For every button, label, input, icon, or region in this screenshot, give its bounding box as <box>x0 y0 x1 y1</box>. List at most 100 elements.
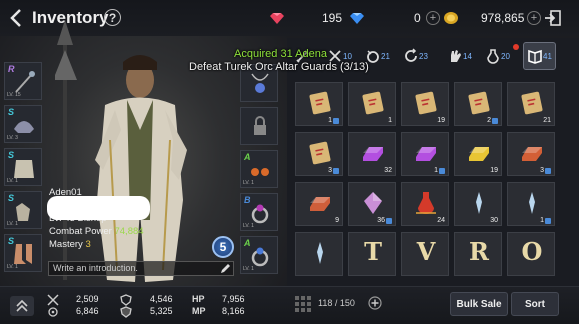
inventory-slot[interactable]: R <box>454 232 502 276</box>
expand-capacity-icon[interactable] <box>368 296 382 310</box>
magic-defense-icon <box>120 306 132 318</box>
scroll-icon <box>309 91 331 115</box>
inventory-slot[interactable]: 9 <box>295 182 343 226</box>
equip-slot-ring-1[interactable]: B LV. 1 <box>240 193 278 231</box>
inventory-slot[interactable]: V <box>401 232 449 276</box>
bound-icon <box>545 217 551 224</box>
item-count: 3 <box>540 167 551 174</box>
tab-gloves[interactable]: 14 <box>447 42 472 70</box>
gem-icon <box>364 192 382 214</box>
inventory-slot[interactable]: 32 <box>348 132 396 176</box>
letter-tile: O <box>521 237 543 266</box>
inventory-slot[interactable]: T <box>348 232 396 276</box>
combat-power-value: 74,884 <box>114 226 144 237</box>
item-count-value: 3 <box>328 167 332 174</box>
item-count-value: 1 <box>540 217 544 224</box>
item-count-value: 2 <box>487 117 491 124</box>
bulk-sale-button[interactable]: Bulk Sale <box>450 292 508 316</box>
scroll-icon <box>521 91 543 115</box>
letter-tile: V <box>416 237 436 266</box>
ingot-icon <box>469 147 489 161</box>
item-count: 1 <box>540 217 551 224</box>
inventory-slot[interactable]: 3 <box>295 132 343 176</box>
item-count-value: 1 <box>328 117 332 124</box>
scroll-icon <box>309 141 331 165</box>
item-count-value: 36 <box>377 217 385 224</box>
tab-enhance[interactable]: 23 <box>403 42 428 70</box>
inventory-slot[interactable]: 1 <box>507 182 555 226</box>
item-count: 19 <box>490 167 498 174</box>
item-count: 21 <box>543 117 551 124</box>
scroll-icon <box>468 91 490 115</box>
introduction-input[interactable]: Write an introduction. <box>48 261 234 276</box>
level-label: LV. 1 <box>243 180 254 186</box>
defense-icon <box>120 294 132 306</box>
collapse-button[interactable] <box>10 296 34 316</box>
inventory-slot[interactable]: 1 <box>348 82 396 126</box>
plus-icon: + <box>527 11 541 25</box>
equip-slot-boots[interactable]: S LV. 1 <box>4 234 42 272</box>
back-arrow-icon[interactable] <box>8 8 26 28</box>
item-count: 1 <box>328 117 339 124</box>
adena-amount: 978,865 <box>481 11 525 25</box>
inventory-slot[interactable]: O <box>507 232 555 276</box>
level-label: LV. 1 <box>7 221 18 227</box>
exit-icon[interactable] <box>544 9 562 27</box>
add-adena-button[interactable]: + <box>527 9 541 27</box>
level-label: LV. 1 <box>243 223 254 229</box>
tab-potions[interactable]: 20 <box>485 42 510 70</box>
double-chevron-up-icon <box>16 299 28 312</box>
item-count-value: 1 <box>434 167 438 174</box>
gold-coin-icon <box>444 12 458 24</box>
add-blue-gem-button[interactable]: + <box>426 9 440 27</box>
mastery-value: 3 <box>85 239 91 250</box>
inventory-slot[interactable]: 24 <box>401 182 449 226</box>
item-count-value: 1 <box>388 117 392 124</box>
inventory-slot[interactable] <box>295 232 343 276</box>
accuracy-value: 6,846 <box>76 306 99 316</box>
equip-slot-helmet[interactable]: S LV. 3 <box>4 105 42 143</box>
inventory-slot[interactable]: 21 <box>507 82 555 126</box>
item-count-value: 32 <box>384 167 392 174</box>
combat-power-label: Combat Power <box>49 226 112 237</box>
grid-view-icon[interactable] <box>294 295 312 313</box>
item-count-value: 21 <box>543 117 551 124</box>
letter-tile: R <box>469 237 489 266</box>
inventory-slot[interactable]: 19 <box>401 82 449 126</box>
glove-icon <box>451 50 461 62</box>
equip-slot-earring[interactable]: A LV. 1 <box>240 150 278 188</box>
equip-slot-ring-2[interactable]: A LV. 1 <box>240 236 278 274</box>
inventory-slot[interactable]: 30 <box>454 182 502 226</box>
item-count-value: 9 <box>335 217 339 224</box>
level-label: LV. 3 <box>7 135 18 141</box>
inventory-slot[interactable]: 36 <box>348 182 396 226</box>
inventory-capacity: 118 / 150 <box>318 298 355 308</box>
red-gem-currency <box>270 9 284 27</box>
bound-icon <box>333 167 339 174</box>
equip-slot-weapon[interactable]: R LV. 15 <box>4 62 42 100</box>
equip-slot-armor[interactable]: S LV. 1 <box>4 148 42 186</box>
inventory-slot[interactable]: 1 <box>295 82 343 126</box>
bound-icon <box>333 117 339 124</box>
item-count-value: 19 <box>437 117 445 124</box>
scroll-icon <box>362 91 384 115</box>
inventory-slot[interactable]: 3 <box>507 132 555 176</box>
sort-button[interactable]: Sort <box>511 292 559 316</box>
inventory-slot[interactable]: 1 <box>401 132 449 176</box>
attack-icon <box>47 294 59 306</box>
pencil-icon[interactable] <box>220 263 231 274</box>
crystal-shard-icon <box>476 192 482 214</box>
equip-slot-gloves[interactable]: S LV. 1 <box>4 191 42 229</box>
new-item-dot <box>513 44 519 50</box>
ingot-icon <box>416 147 436 161</box>
inventory-slot[interactable]: 19 <box>454 132 502 176</box>
flask-icon <box>416 192 436 214</box>
inventory-slot[interactable]: 2 <box>454 82 502 126</box>
tab-all-items[interactable]: 41 <box>523 42 556 70</box>
level-label: LV. 15 <box>7 92 21 98</box>
level-badge[interactable]: 5 <box>212 236 234 258</box>
item-count: 30 <box>490 217 498 224</box>
plus-icon: + <box>426 11 440 25</box>
equip-slot-locked[interactable] <box>240 107 278 145</box>
scroll-icon <box>415 91 437 115</box>
